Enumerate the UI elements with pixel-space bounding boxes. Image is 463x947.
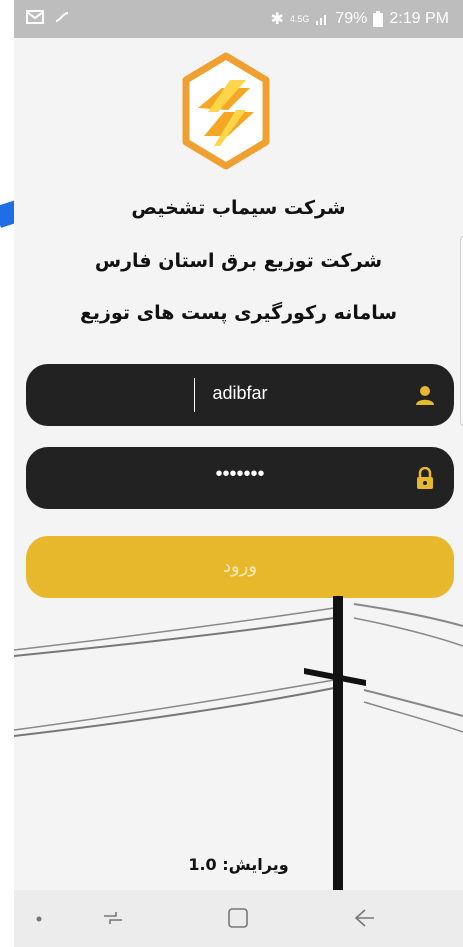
- battery-icon: [373, 11, 384, 27]
- username-input[interactable]: adibfar: [26, 383, 454, 404]
- phone-screen: ✱ 4.5G 79% 2:19 PM شرکت سیماب تشخیص شرکت…: [14, 0, 463, 947]
- password-field[interactable]: •••••••: [26, 447, 454, 509]
- battery-percent: 79%: [335, 10, 368, 27]
- network-type: 4.5G: [289, 14, 310, 24]
- navigation-bar: [14, 890, 463, 947]
- company-logo: [182, 52, 270, 170]
- system-name: سامانه رکورگیری پست های توزیع: [79, 302, 398, 324]
- power-pole-illustration: [14, 596, 463, 896]
- user-icon: [416, 386, 434, 405]
- voicemail-icon: [55, 12, 69, 22]
- home-icon[interactable]: [227, 907, 249, 929]
- password-input[interactable]: •••••••: [26, 463, 454, 486]
- mail-icon: [26, 10, 44, 24]
- status-bar: ✱ 4.5G 79% 2:19 PM: [14, 0, 463, 38]
- recent-apps-icon[interactable]: [102, 908, 124, 928]
- distributor-name: شرکت توزیع برق استان فارس: [94, 250, 383, 272]
- dot-icon[interactable]: [36, 916, 42, 922]
- lock-icon: [417, 467, 433, 489]
- username-field[interactable]: adibfar: [26, 364, 454, 426]
- signal-icon: [316, 15, 327, 25]
- clock: 2:19 PM: [389, 10, 449, 27]
- company-name: شرکت سیماب تشخیص: [131, 197, 346, 219]
- back-icon[interactable]: [354, 908, 376, 928]
- bluetooth-icon: ✱: [270, 11, 284, 28]
- login-button[interactable]: ورود: [26, 536, 454, 598]
- version-label: ویرایش: 1.0: [188, 855, 289, 874]
- left-margin: [0, 0, 136, 947]
